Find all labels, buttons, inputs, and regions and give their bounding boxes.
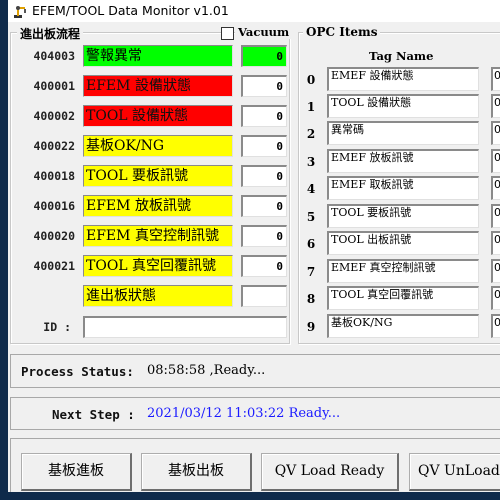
signal-value: 0 [241, 255, 287, 277]
load-substrate-button[interactable]: 基板進板 [21, 453, 132, 491]
opc-row: 5 TOOL 要板訊號 0 [303, 204, 500, 228]
register-address: 400021 [33, 259, 75, 273]
opc-index: 4 [306, 182, 316, 196]
register-address: 400002 [33, 109, 75, 123]
next-step-value: 2021/03/12 11:03:22 Ready... [147, 406, 341, 421]
register-address: 400001 [33, 79, 75, 93]
opc-index: 1 [306, 100, 316, 114]
opc-value-field[interactable]: 0 [491, 231, 500, 255]
opc-index: 9 [306, 320, 316, 334]
flow-row: 進出板狀態 [11, 285, 289, 307]
register-address: 400018 [33, 169, 75, 183]
flow-row: 400002 TOOL 設備狀態 0 [11, 105, 289, 127]
opc-value-field[interactable]: 0 [491, 176, 500, 200]
signal-value [241, 285, 287, 307]
register-address: 400020 [33, 229, 75, 243]
opc-row: 9 基板OK/NG 0 [303, 314, 500, 338]
opc-value-field[interactable]: 0 [491, 204, 500, 228]
opc-group-label: OPC Items [303, 25, 381, 39]
window-title: EFEM/TOOL Data Monitor v1.01 [32, 3, 229, 18]
id-input[interactable] [83, 316, 287, 338]
opc-tag-name-field[interactable]: 異常碼 [327, 121, 479, 145]
opc-tag-name-field[interactable]: TOOL 要板訊號 [327, 204, 479, 228]
flow-row: 400021 TOOL 真空回覆訊號 0 [11, 255, 289, 277]
opc-value-field[interactable]: 0 [491, 259, 500, 283]
signal-label: EFEM 真空控制訊號 [83, 225, 233, 247]
flow-row: 400001 EFEM 設備狀態 0 [11, 75, 289, 97]
opc-index: 3 [306, 155, 316, 169]
vacuum-label: Vacuum [235, 25, 293, 39]
signal-value: 0 [241, 75, 287, 97]
next-step-panel: Next Step : 2021/03/12 11:03:22 Ready... [10, 397, 500, 430]
tag-name-header: Tag Name [369, 49, 434, 63]
process-status-value: 08:58:58 ,Ready... [147, 363, 266, 378]
opc-tag-name-field[interactable]: EMEF 放板訊號 [327, 149, 479, 173]
title-bar: EFEM/TOOL Data Monitor v1.01 [8, 0, 500, 22]
opc-value-field[interactable]: 0 [491, 94, 500, 118]
button-bar: 基板進板 基板出板 QV Load Ready QV UnLoad Ready [10, 438, 500, 492]
opc-tag-name-field[interactable]: EMEF 取板訊號 [327, 176, 479, 200]
flow-group-label: 進出板流程 [17, 25, 84, 42]
opc-tag-name-field[interactable]: EMEF 設備狀態 [327, 67, 479, 91]
flow-row: 400020 EFEM 真空控制訊號 0 [11, 225, 289, 247]
flow-row: 404003 警報異常 0 [11, 45, 289, 67]
vacuum-checkbox[interactable] [221, 27, 234, 40]
opc-value-field[interactable]: 0 [491, 314, 500, 338]
process-status-panel: Process Status: 08:58:58 ,Ready... [10, 354, 500, 388]
robot-arm-icon [12, 3, 28, 19]
signal-value: 0 [241, 105, 287, 127]
opc-items-group: OPC Items Tag Name 0 EMEF 設備狀態 0 1 TOOL … [298, 25, 500, 344]
opc-index: 6 [306, 237, 316, 251]
opc-index: 7 [306, 265, 316, 279]
signal-value: 0 [241, 45, 287, 67]
next-step-label: Next Step : [52, 407, 135, 422]
process-status-label: Process Status: [21, 364, 134, 379]
opc-index: 5 [306, 210, 316, 224]
qv-load-ready-button[interactable]: QV Load Ready [261, 453, 399, 491]
signal-label: 基板OK/NG [83, 135, 233, 157]
signal-label: EFEM 放板訊號 [83, 195, 233, 217]
opc-row: 7 EMEF 真空控制訊號 0 [303, 259, 500, 283]
signal-value: 0 [241, 225, 287, 247]
opc-index: 0 [306, 73, 316, 87]
opc-row: 8 TOOL 真空回覆訊號 0 [303, 286, 500, 310]
opc-value-field[interactable]: 0 [491, 67, 500, 91]
opc-tag-name-field[interactable]: 基板OK/NG [327, 314, 479, 338]
opc-tag-name-field[interactable]: TOOL 真空回覆訊號 [327, 286, 479, 310]
signal-label: TOOL 設備狀態 [83, 105, 233, 127]
opc-row: 0 EMEF 設備狀態 0 [303, 67, 500, 91]
signal-label: 進出板狀態 [83, 285, 233, 307]
register-address: 404003 [33, 49, 75, 63]
opc-row: 2 異常碼 0 [303, 121, 500, 145]
signal-value: 0 [241, 135, 287, 157]
id-label: ID : [43, 320, 71, 334]
flow-row: 400018 TOOL 要板訊號 0 [11, 165, 289, 187]
opc-row: 4 EMEF 取板訊號 0 [303, 176, 500, 200]
signal-value: 0 [241, 195, 287, 217]
opc-value-field[interactable]: 0 [491, 121, 500, 145]
opc-index: 8 [306, 292, 316, 306]
opc-row: 1 TOOL 設備狀態 0 [303, 94, 500, 118]
opc-value-field[interactable]: 0 [491, 286, 500, 310]
signal-label: TOOL 真空回覆訊號 [83, 255, 233, 277]
opc-row: 3 EMEF 放板訊號 0 [303, 149, 500, 173]
flow-group: 進出板流程 Vacuum 404003 警報異常 0 400001 EFEM 設… [10, 25, 293, 344]
register-address: 400016 [33, 199, 75, 213]
signal-label: 警報異常 [83, 45, 233, 67]
flow-row: 400022 基板OK/NG 0 [11, 135, 289, 157]
unload-substrate-button[interactable]: 基板出板 [141, 453, 252, 491]
opc-index: 2 [306, 127, 316, 141]
opc-tag-name-field[interactable]: TOOL 出板訊號 [327, 231, 479, 255]
register-address: 400022 [33, 139, 75, 153]
signal-label: EFEM 設備狀態 [83, 75, 233, 97]
opc-tag-name-field[interactable]: TOOL 設備狀態 [327, 94, 479, 118]
signal-label: TOOL 要板訊號 [83, 165, 233, 187]
qv-unload-ready-button[interactable]: QV UnLoad Ready [409, 453, 500, 491]
main-window: EFEM/TOOL Data Monitor v1.01 進出板流程 Vacuu… [8, 0, 500, 492]
opc-value-field[interactable]: 0 [491, 149, 500, 173]
signal-value: 0 [241, 165, 287, 187]
opc-tag-name-field[interactable]: EMEF 真空控制訊號 [327, 259, 479, 283]
opc-row: 6 TOOL 出板訊號 0 [303, 231, 500, 255]
flow-row: 400016 EFEM 放板訊號 0 [11, 195, 289, 217]
